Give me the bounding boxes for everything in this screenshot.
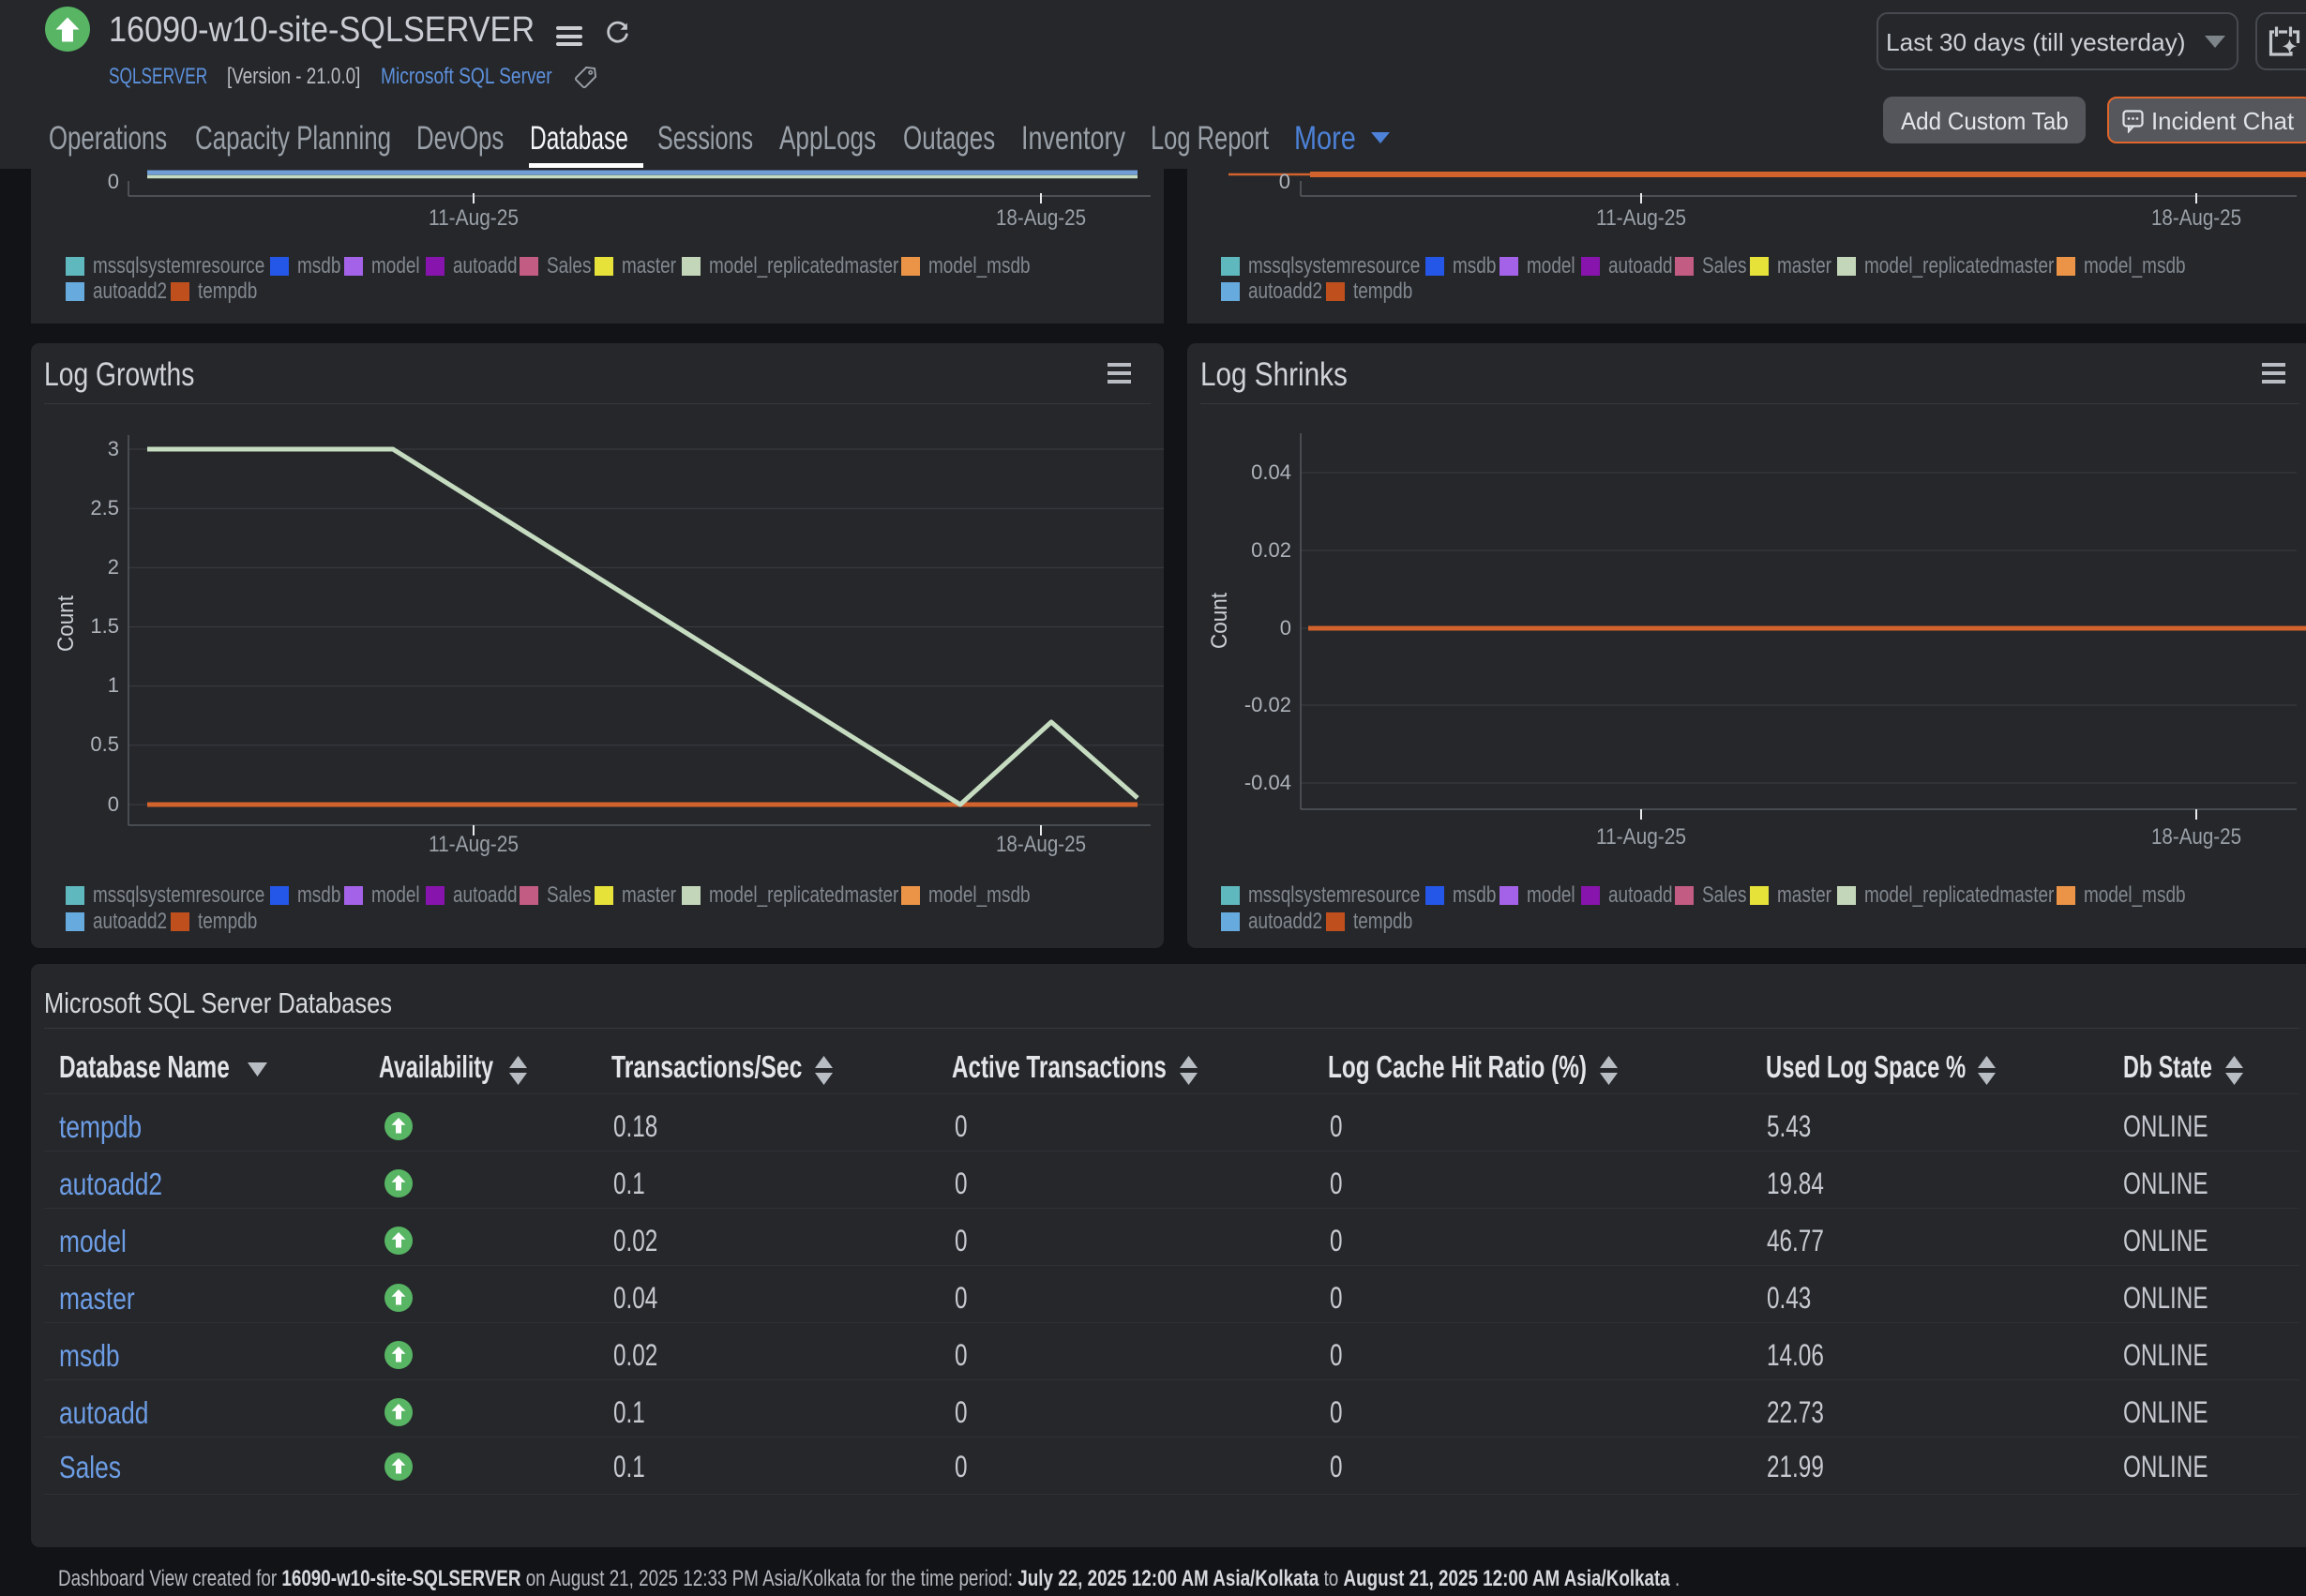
svg-text:0.02: 0.02	[1251, 538, 1291, 562]
svg-text:1.5: 1.5	[90, 614, 119, 638]
svg-text:0: 0	[108, 792, 119, 816]
svg-text:-0.04: -0.04	[1244, 771, 1291, 794]
svg-text:11-Aug-25: 11-Aug-25	[429, 832, 519, 857]
svg-text:11-Aug-25: 11-Aug-25	[1596, 824, 1686, 850]
svg-text:0.5: 0.5	[90, 732, 119, 756]
svg-text:2.5: 2.5	[90, 496, 119, 519]
svg-text:-0.02: -0.02	[1244, 693, 1291, 716]
svg-text:1: 1	[108, 673, 119, 697]
svg-text:Count: Count	[53, 595, 79, 652]
svg-text:18-Aug-25: 18-Aug-25	[2151, 824, 2241, 850]
svg-text:3: 3	[108, 437, 119, 460]
svg-text:18-Aug-25: 18-Aug-25	[996, 832, 1086, 857]
svg-text:Count: Count	[1207, 593, 1232, 649]
svg-text:18-Aug-25: 18-Aug-25	[2151, 205, 2241, 231]
svg-text:0.04: 0.04	[1251, 460, 1291, 484]
svg-text:11-Aug-25: 11-Aug-25	[429, 205, 519, 231]
svg-text:0: 0	[1279, 170, 1290, 193]
svg-text:0: 0	[108, 170, 119, 193]
svg-text:18-Aug-25: 18-Aug-25	[996, 205, 1086, 231]
svg-text:11-Aug-25: 11-Aug-25	[1596, 205, 1686, 231]
svg-text:2: 2	[108, 555, 119, 579]
svg-text:0: 0	[1280, 616, 1291, 640]
